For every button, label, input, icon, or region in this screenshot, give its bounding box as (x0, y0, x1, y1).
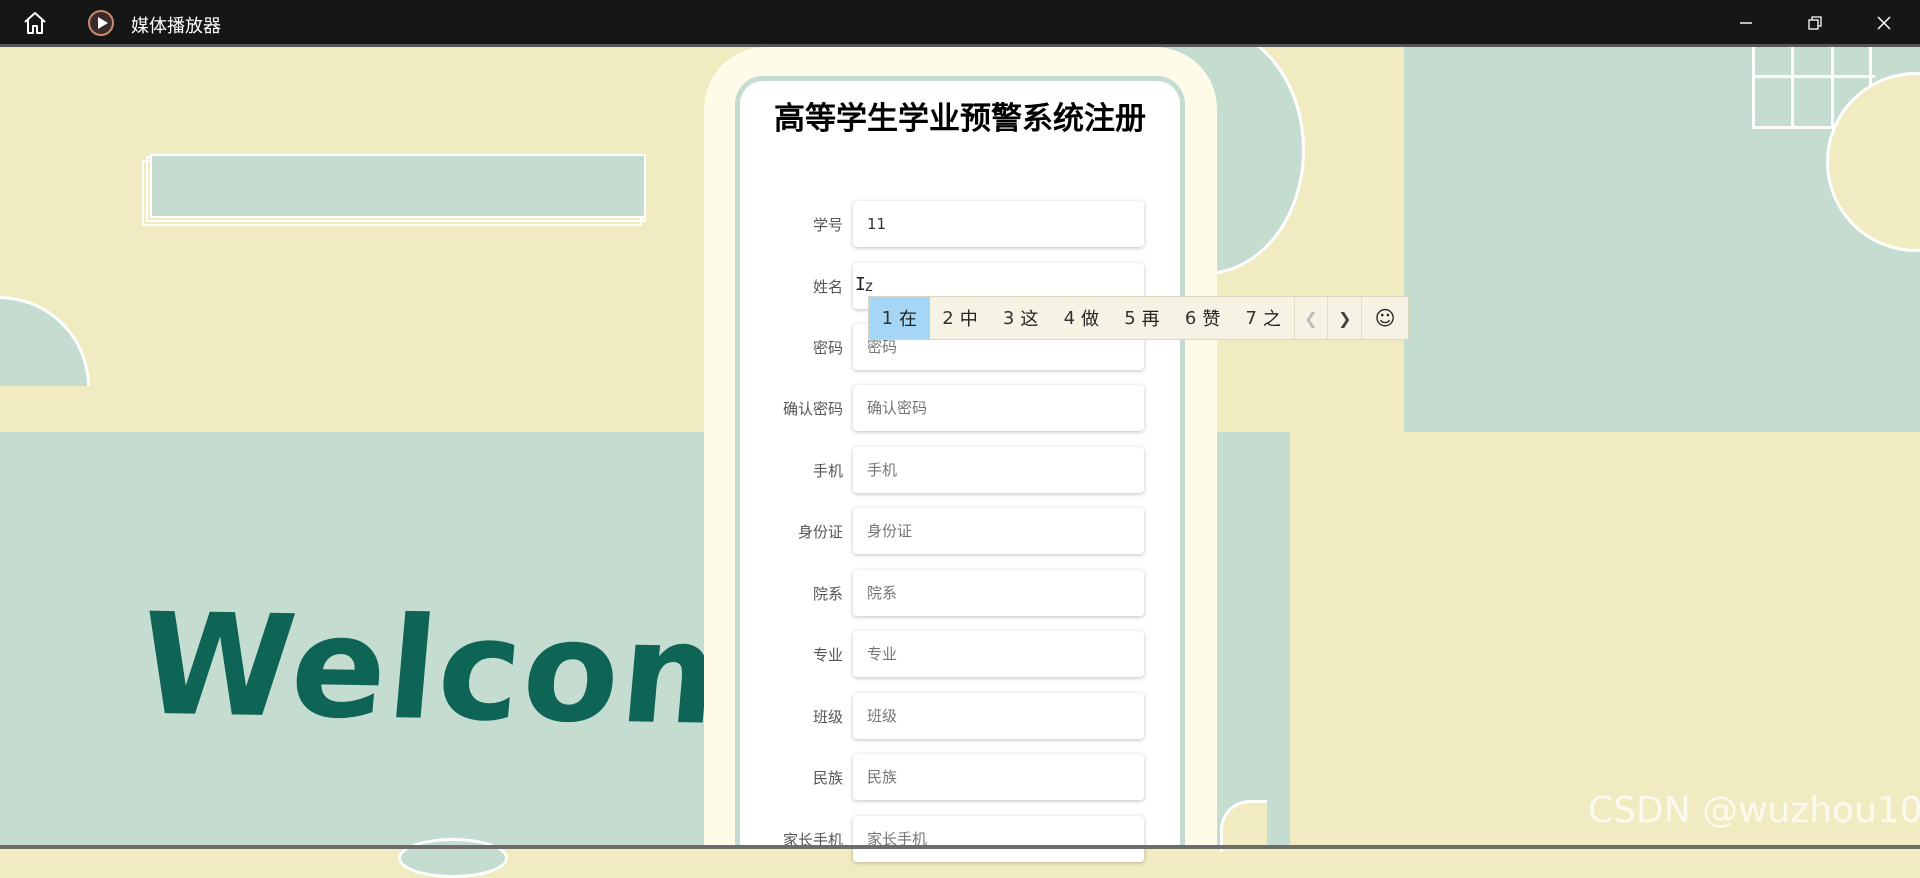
field-label: 确认密码 (782, 400, 843, 418)
field-label: 家长手机 (782, 831, 843, 849)
field-label: 民族 (812, 769, 843, 787)
close-icon (1877, 15, 1891, 30)
candidate-number: 4 (1063, 307, 1076, 329)
welcome-text: Welcome (133, 583, 704, 760)
phone-input[interactable] (853, 447, 1144, 493)
field-label: 姓名 (812, 278, 843, 296)
form-row-class: 班级 (760, 692, 1145, 742)
form-row-department: 院系 (760, 569, 1145, 619)
candidate-text: 中 (959, 309, 978, 330)
form-row-ethnicity: 民族 (760, 753, 1145, 803)
restore-button[interactable] (1781, 0, 1849, 45)
form-row-major: 专业 (760, 630, 1145, 680)
form-row-confirm-password: 确认密码 (760, 384, 1145, 434)
field-label: 手机 (812, 462, 843, 480)
class-input[interactable] (853, 693, 1144, 739)
field-label: 院系 (812, 585, 843, 603)
background-panel (1210, 432, 1290, 849)
decor-circle (398, 838, 508, 878)
candidate-number: 1 (881, 307, 894, 329)
form-row-parent-phone: 家长手机 (760, 815, 1145, 865)
play-icon (88, 10, 114, 36)
candidate-number: 2 (942, 307, 954, 329)
watermark: CSDN @wuzhou103 (1588, 790, 1920, 831)
field-label: 班级 (812, 708, 843, 726)
minimize-icon (1740, 21, 1752, 24)
candidate-number: 5 (1124, 307, 1136, 329)
candidate-text: 做 (1081, 309, 1100, 330)
field-label: 学号 (812, 216, 843, 234)
ime-candidate[interactable]: 5再 (1112, 297, 1173, 339)
window-titlebar: 媒体播放器 (0, 0, 1920, 47)
candidate-text: 之 (1262, 309, 1281, 330)
form-row-id-card: 身份证 (760, 507, 1145, 557)
restore-icon (1808, 15, 1822, 30)
window-title: 媒体播放器 (131, 16, 221, 37)
ime-candidate[interactable]: 2中 (930, 297, 991, 339)
ime-candidate-bar: 1在 2中 3这 4做 5再 6赞 7之 ❮ ❯ ☺ (868, 296, 1409, 340)
ime-candidate[interactable]: 1在 (869, 297, 930, 339)
smiley-icon[interactable]: ☺ (1361, 297, 1408, 339)
candidate-text: 在 (899, 309, 918, 330)
form-row-student-id: 学号 (760, 200, 1145, 250)
candidate-text: 赞 (1202, 309, 1221, 330)
major-input[interactable] (853, 631, 1144, 677)
window-bottom-edge (0, 845, 1920, 849)
minimize-button[interactable] (1712, 0, 1780, 45)
field-label: 专业 (812, 646, 843, 664)
candidate-text: 再 (1141, 309, 1160, 330)
text-cursor-icon: I (855, 274, 866, 295)
decor-banner (150, 154, 646, 218)
ime-candidate[interactable]: 7之 (1233, 297, 1294, 339)
field-label: 密码 (812, 339, 843, 357)
ethnicity-input[interactable] (853, 754, 1144, 800)
field-label: 身份证 (797, 523, 843, 541)
department-input[interactable] (853, 570, 1144, 616)
chevron-left-icon[interactable]: ❮ (1293, 297, 1328, 339)
confirm-password-input[interactable] (853, 385, 1144, 431)
parent-phone-input[interactable] (853, 816, 1144, 862)
ime-candidate[interactable]: 4做 (1051, 297, 1112, 339)
welcome-clip: Welcome (0, 560, 704, 760)
ime-candidate[interactable]: 6赞 (1172, 297, 1233, 339)
home-icon[interactable] (22, 11, 48, 35)
chevron-right-icon[interactable]: ❯ (1327, 297, 1361, 339)
ime-candidate[interactable]: 3这 (990, 297, 1051, 339)
student-id-input[interactable] (853, 201, 1144, 247)
candidate-text: 这 (1020, 309, 1039, 330)
candidate-number: 7 (1245, 307, 1257, 329)
candidate-number: 3 (1002, 307, 1015, 329)
close-button[interactable] (1850, 0, 1918, 45)
id-card-input[interactable] (853, 508, 1144, 554)
candidate-number: 6 (1184, 307, 1197, 329)
form-row-phone: 手机 (760, 446, 1145, 496)
page-title: 高等学生学业预警系统注册 (774, 101, 1146, 137)
